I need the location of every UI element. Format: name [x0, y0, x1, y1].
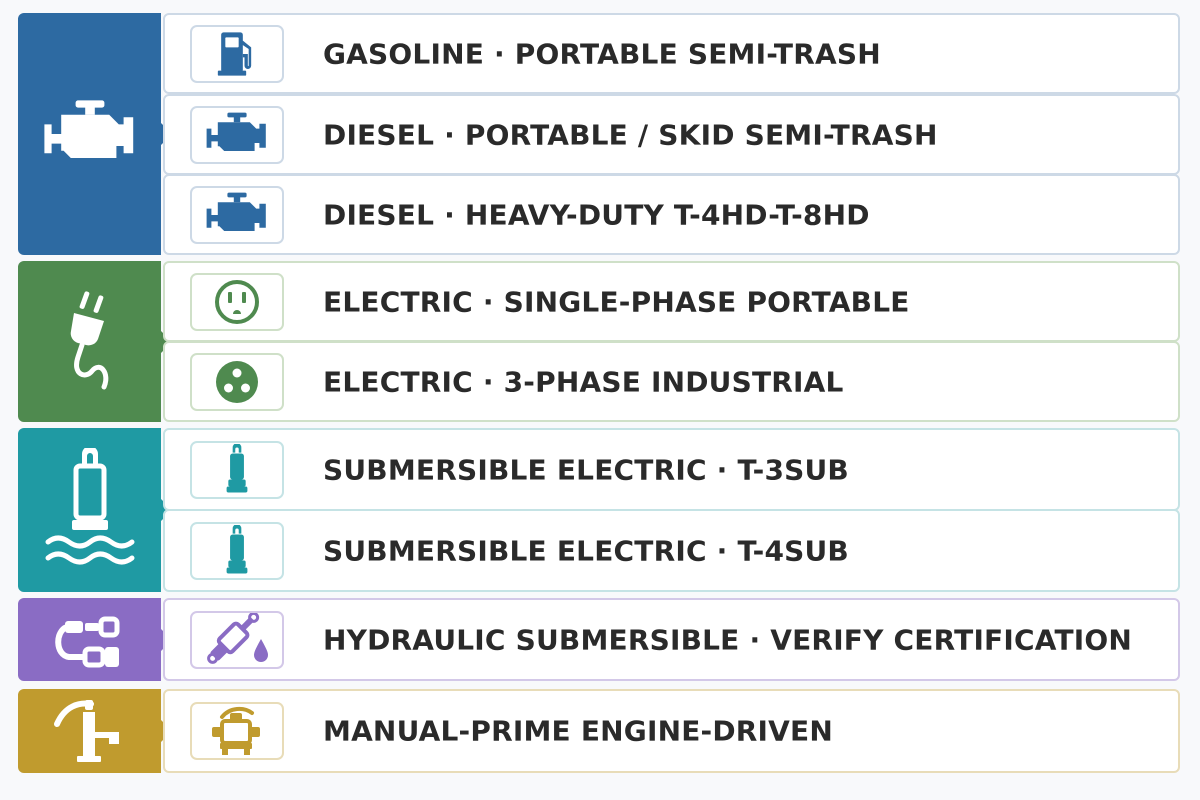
row-label: ELECTRIC · SINGLE-PHASE PORTABLE	[323, 285, 910, 318]
hydraulic-pumps-group: HYDRAULIC SUBMERSIBLE · VERIFY CERTIFICA…	[18, 598, 1180, 681]
engine-driven-pump-icon	[212, 706, 260, 755]
list-item-hydraulic-submersible[interactable]: HYDRAULIC SUBMERSIBLE · VERIFY CERTIFICA…	[163, 598, 1180, 681]
plug-icon	[70, 290, 108, 389]
hydraulic-cylinder-drop-icon	[207, 612, 268, 664]
pump-selection-chart: GASOLINE · PORTABLE SEMI-TRASH DIESEL · …	[0, 0, 1200, 800]
row-label: GASOLINE · PORTABLE SEMI-TRASH	[323, 37, 881, 70]
outlet-icon	[215, 279, 259, 324]
fuel-pump-icon	[216, 29, 258, 79]
list-item-submersible-t4sub[interactable]: SUBMERSIBLE ELECTRIC · T-4SUB	[163, 509, 1180, 592]
icon-box	[190, 185, 284, 244]
list-item-diesel-heavy-duty[interactable]: DIESEL · HEAVY-DUTY T-4HD-T-8HD	[163, 174, 1180, 255]
list-item-submersible-t3sub[interactable]: SUBMERSIBLE ELECTRIC · T-3SUB	[163, 428, 1180, 511]
icon-box	[190, 610, 284, 669]
icon-box	[190, 702, 284, 760]
list-item-gasoline[interactable]: GASOLINE · PORTABLE SEMI-TRASH	[163, 13, 1180, 94]
engine-icon	[204, 111, 270, 159]
row-label: SUBMERSIBLE ELECTRIC · T-3SUB	[323, 453, 849, 486]
row-label: MANUAL-PRIME ENGINE-DRIVEN	[323, 714, 834, 748]
submersible-pump-icon	[224, 444, 250, 496]
list-item-electric-single-phase[interactable]: ELECTRIC · SINGLE-PHASE PORTABLE	[163, 261, 1180, 342]
icon-box	[190, 440, 284, 499]
row-label: ELECTRIC · 3-PHASE INDUSTRIAL	[323, 365, 844, 398]
icon-box	[190, 521, 284, 580]
electric-category-block	[18, 261, 172, 422]
engine-category-block	[18, 13, 172, 255]
list-item-diesel-portable[interactable]: DIESEL · PORTABLE / SKID SEMI-TRASH	[163, 94, 1180, 175]
icon-box	[190, 105, 284, 164]
icon-box	[190, 352, 284, 411]
row-label: DIESEL · PORTABLE / SKID SEMI-TRASH	[323, 118, 938, 151]
electric-pumps-group: ELECTRIC · SINGLE-PHASE PORTABLE ELECTRI…	[18, 261, 1180, 422]
submersible-pump-water-icon	[45, 448, 134, 565]
hydraulic-hose-icon	[54, 616, 119, 667]
manual-category-block	[18, 689, 172, 773]
row-label: DIESEL · HEAVY-DUTY T-4HD-T-8HD	[323, 198, 870, 231]
row-label: HYDRAULIC SUBMERSIBLE · VERIFY CERTIFICA…	[323, 623, 1133, 656]
row-label: SUBMERSIBLE ELECTRIC · T-4SUB	[323, 534, 849, 567]
list-item-electric-3-phase[interactable]: ELECTRIC · 3-PHASE INDUSTRIAL	[163, 341, 1180, 422]
manual-pumps-group: MANUAL-PRIME ENGINE-DRIVEN	[18, 689, 1180, 773]
three-phase-socket-icon	[216, 360, 258, 403]
engine-pumps-group: GASOLINE · PORTABLE SEMI-TRASH DIESEL · …	[18, 13, 1180, 255]
icon-box	[190, 272, 284, 331]
icon-box	[190, 24, 284, 83]
hydraulic-category-block	[18, 598, 172, 681]
engine-icon	[42, 98, 138, 170]
hand-pump-icon	[53, 700, 119, 762]
submersible-category-block	[18, 428, 172, 592]
submersible-pump-icon	[224, 525, 250, 577]
engine-icon	[204, 191, 270, 239]
submersible-pumps-group: SUBMERSIBLE ELECTRIC · T-3SUB SUBMERSIBL…	[18, 428, 1180, 592]
list-item-manual-prime[interactable]: MANUAL-PRIME ENGINE-DRIVEN	[163, 689, 1180, 773]
